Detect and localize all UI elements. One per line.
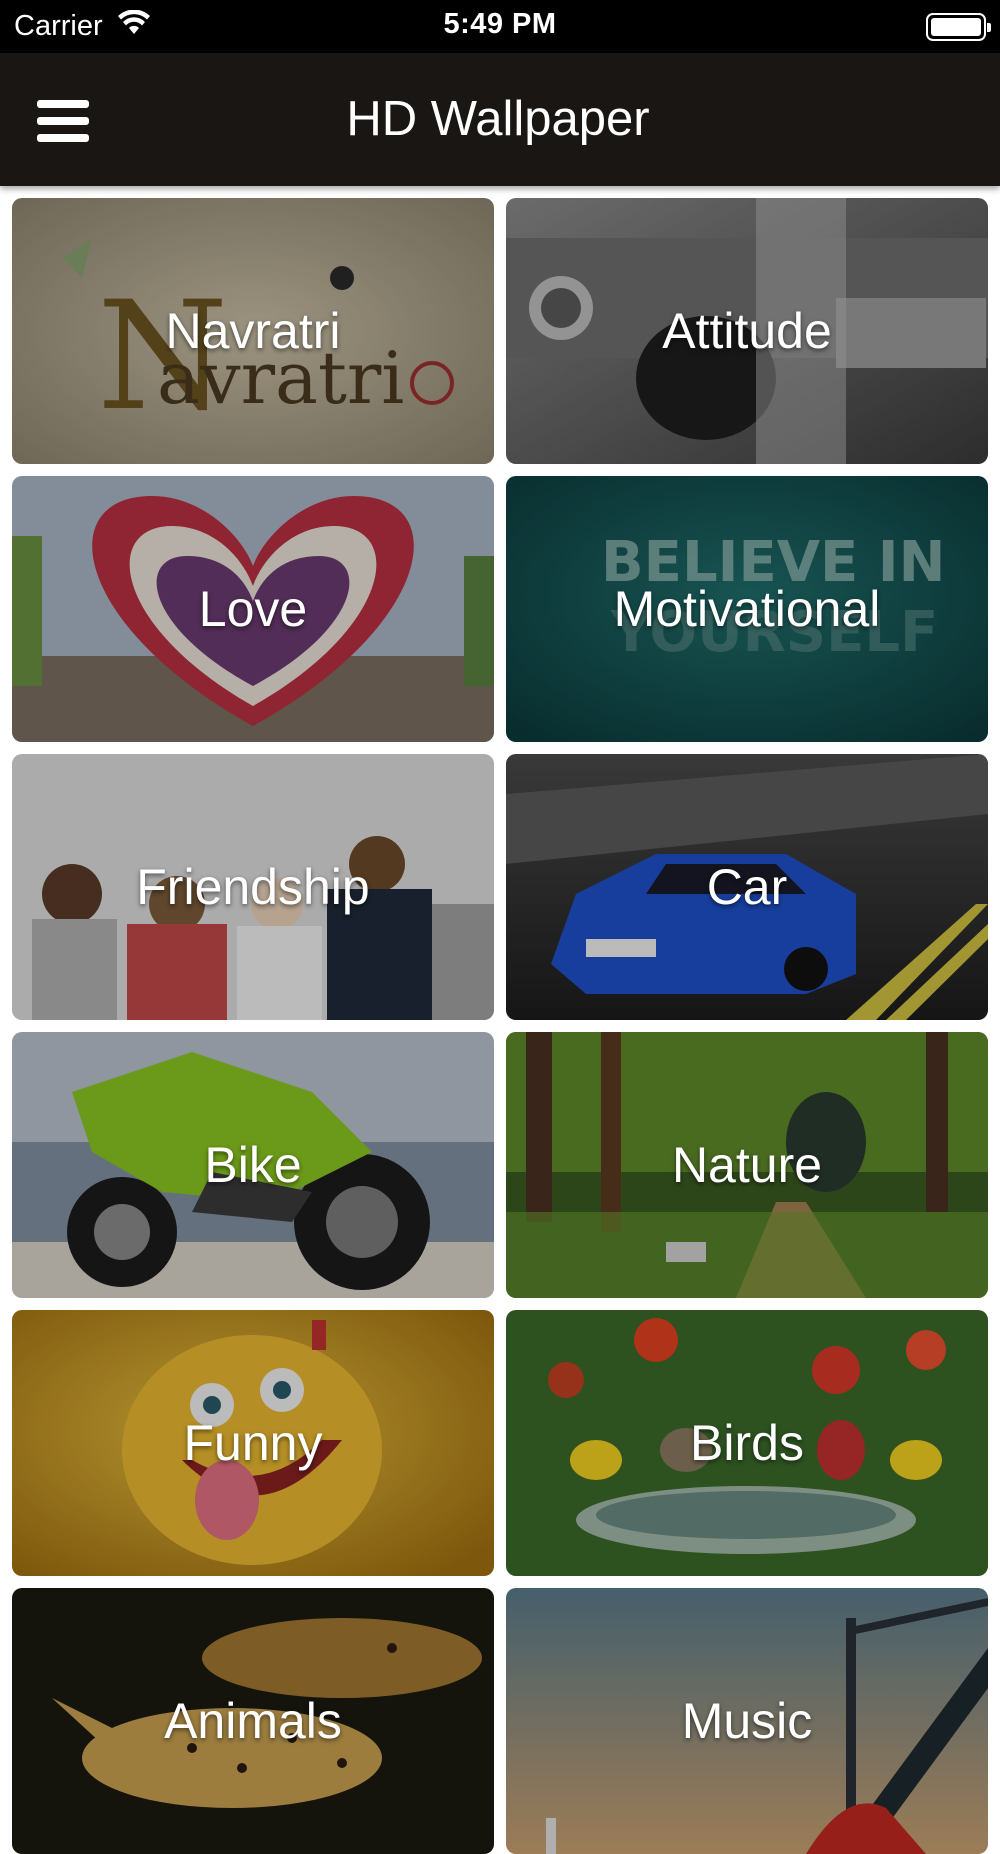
- category-label: Attitude: [662, 303, 832, 359]
- category-label: Music: [681, 1693, 813, 1749]
- category-tile-music[interactable]: Music: [506, 1588, 988, 1854]
- status-right: [926, 0, 991, 53]
- category-label: Nature: [671, 1137, 823, 1193]
- category-tile-bike[interactable]: Bike: [12, 1032, 494, 1298]
- status-time: 5:49 PM: [443, 8, 557, 40]
- category-tile-love[interactable]: Love: [12, 476, 494, 742]
- category-label: Funny: [183, 1415, 323, 1471]
- category-tile-motivational[interactable]: BELIEVE IN YOURSELF Motivational: [506, 476, 988, 742]
- category-tile-attitude[interactable]: Attitude: [506, 198, 988, 464]
- category-label: Bike: [204, 1137, 302, 1193]
- category-tile-friendship[interactable]: Friendship: [12, 754, 494, 1020]
- battery-icon: [926, 12, 991, 41]
- category-tile-car[interactable]: Car: [506, 754, 988, 1020]
- category-label: Love: [198, 581, 308, 637]
- page-title: HD Wallpaper: [346, 92, 650, 146]
- category-label: Car: [706, 859, 788, 915]
- nav-bar: HD Wallpaper: [0, 53, 1000, 186]
- category-label: Friendship: [136, 859, 370, 915]
- category-label: Motivational: [613, 581, 881, 637]
- status-bar: Carrier 5:49 PM: [0, 0, 1000, 53]
- category-label: Animals: [164, 1693, 342, 1749]
- category-label: Navratri: [165, 303, 341, 359]
- category-grid: N avratri Navratri Attitude Love BELIEVE…: [12, 198, 988, 1854]
- category-tile-navratri[interactable]: N avratri Navratri: [12, 198, 494, 464]
- category-tile-birds[interactable]: Birds: [506, 1310, 988, 1576]
- category-tile-funny[interactable]: Funny: [12, 1310, 494, 1576]
- category-tile-nature[interactable]: Nature: [506, 1032, 988, 1298]
- category-tile-animals[interactable]: Animals: [12, 1588, 494, 1854]
- category-label: Birds: [690, 1415, 804, 1471]
